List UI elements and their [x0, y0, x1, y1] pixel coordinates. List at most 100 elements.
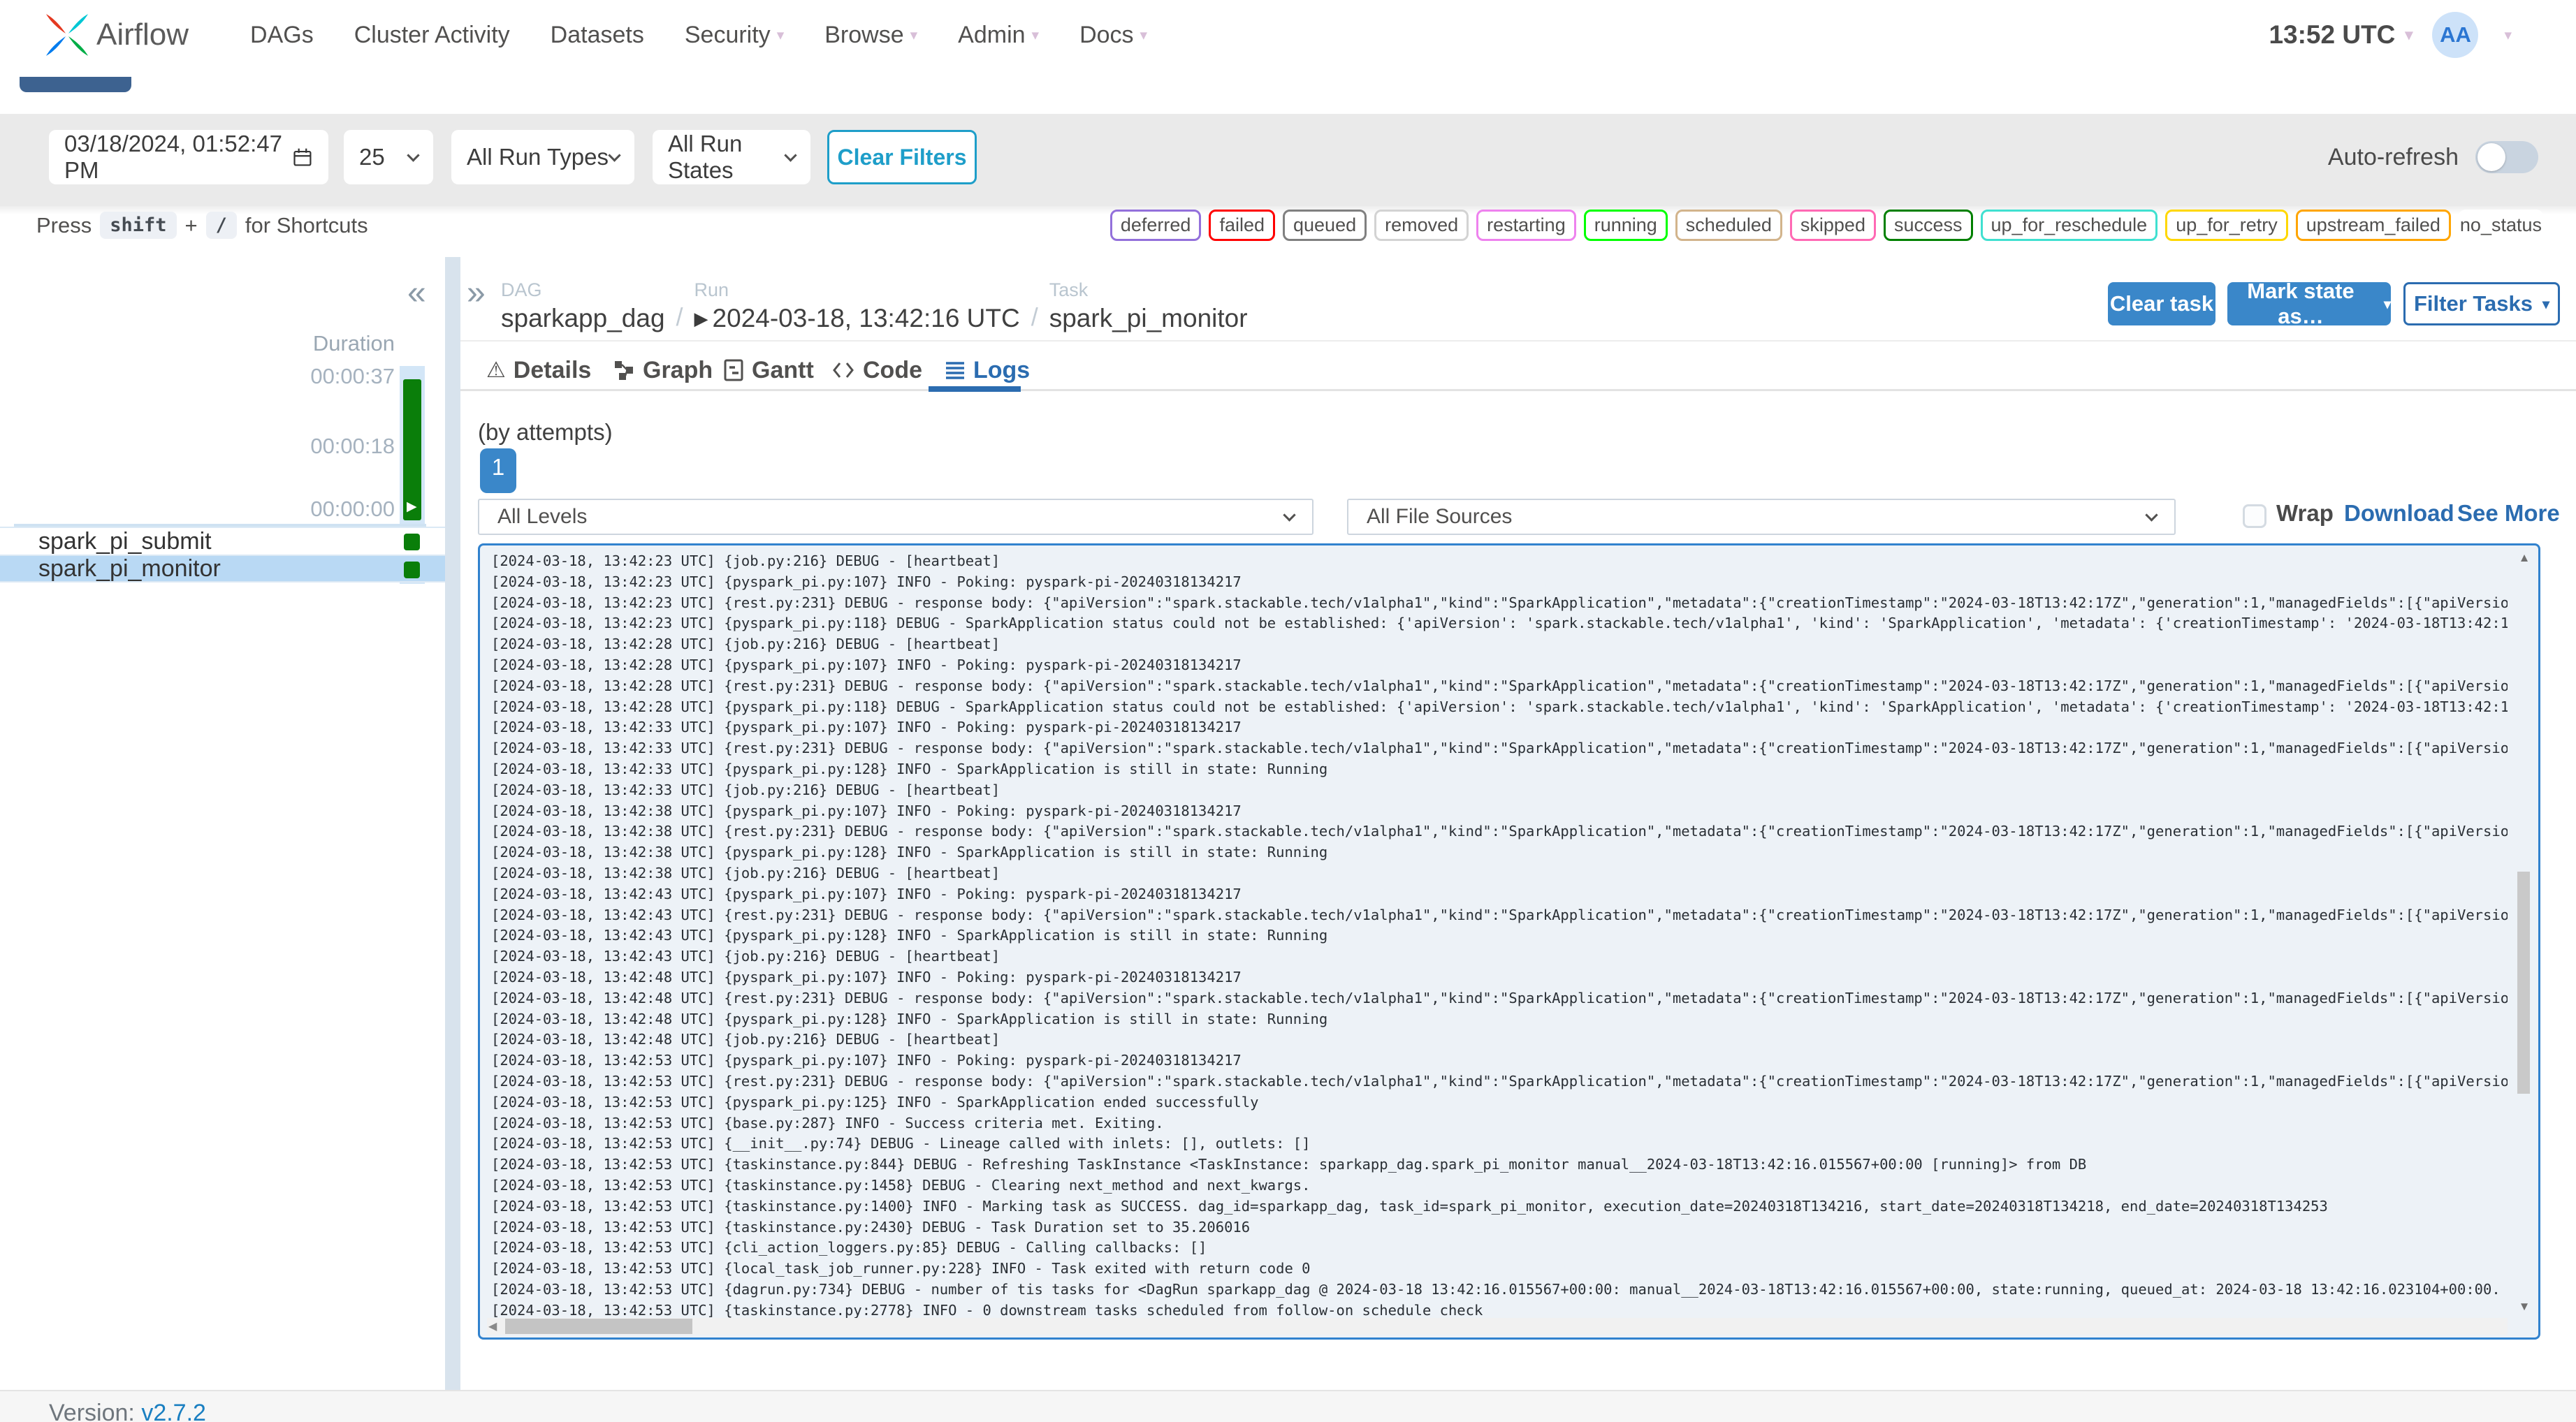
logs-list-icon [946, 362, 964, 379]
chevron-down-icon: ▾ [776, 27, 785, 43]
status-badge: up_for_retry [2165, 210, 2288, 241]
task-row[interactable]: spark_pi_monitor [0, 555, 445, 582]
log-line: [2024-03-18, 13:42:48 UTC] {pyspark_pi.p… [491, 968, 1242, 985]
clear-filters-button[interactable]: Clear Filters [827, 130, 977, 184]
panel-divider[interactable] [445, 257, 460, 1390]
filter-tasks-button[interactable]: Filter Tasks ▾ [2403, 282, 2560, 325]
nav-item[interactable]: Datasets [551, 22, 644, 49]
log-line: [2024-03-18, 13:42:53 UTC] {pyspark_pi.p… [491, 1052, 1242, 1069]
chevron-down-icon: ▾ [1031, 27, 1040, 43]
expand-panel-icon[interactable]: » [467, 274, 486, 312]
chevron-down-icon [407, 148, 420, 162]
avatar[interactable]: AA [2432, 12, 2479, 58]
brand-name[interactable]: Airflow [96, 17, 189, 52]
airflow-logo-icon[interactable] [45, 13, 89, 57]
tab-logs[interactable]: Logs [945, 353, 1030, 388]
version-link[interactable]: v2.7.2 [141, 1400, 206, 1422]
log-content: [2024-03-18, 13:42:23 UTC] {job.py:216} … [491, 551, 2508, 1318]
status-badge: upstream_failed [2295, 210, 2451, 241]
file-source-select[interactable]: All File Sources [1347, 499, 2176, 535]
tab-details[interactable]: ⚠ Details [486, 353, 591, 388]
tab-gantt[interactable]: Gantt [723, 353, 814, 388]
duration-tick: 00:00:37 [310, 364, 395, 388]
task-state-success-square[interactable] [404, 562, 420, 578]
breadcrumb-separator: / [1031, 302, 1038, 331]
scroll-up-icon[interactable]: ▲ [2515, 551, 2534, 565]
active-tab-underline [929, 386, 1021, 392]
tab-graph[interactable]: Graph [613, 353, 713, 388]
nav-item[interactable]: Docs ▾ [1079, 22, 1147, 49]
see-more-link[interactable]: See More [2457, 500, 2560, 527]
date-filter-input[interactable]: 03/18/2024, 01:52:47 PM [49, 130, 328, 184]
vertical-scrollbar[interactable]: ▲ ▼ [2515, 551, 2534, 1314]
clear-task-button[interactable]: Clear task [2108, 282, 2215, 325]
log-line: [2024-03-18, 13:42:48 UTC] {pyspark_pi.p… [491, 1010, 1328, 1027]
mark-state-button[interactable]: Mark state as… ▾ [2227, 279, 2391, 328]
chevron-down-icon [1283, 508, 1296, 522]
status-badge: failed [1209, 210, 1275, 241]
log-line: [2024-03-18, 13:42:33 UTC] {rest.py:231}… [491, 740, 2508, 757]
breadcrumb-run[interactable]: Run ▶ 2024-03-18, 13:42:16 UTC [694, 279, 1020, 333]
breadcrumb-task[interactable]: Task spark_pi_monitor [1049, 279, 1248, 333]
status-badge: success [1883, 210, 1973, 241]
chevron-down-icon: ▾ [2383, 296, 2391, 312]
log-line: [2024-03-18, 13:42:53 UTC] {taskinstance… [491, 1218, 1251, 1236]
horizontal-scroll-thumb[interactable] [505, 1319, 692, 1334]
graph-icon [615, 361, 633, 380]
task-list: spark_pi_submit spark_pi_monitor [0, 527, 445, 582]
run-types-select[interactable]: All Run Types [451, 130, 634, 184]
chevron-down-icon[interactable]: ▾ [2504, 27, 2512, 44]
log-line: [2024-03-18, 13:42:28 UTC] {pyspark_pi.p… [491, 698, 2508, 715]
task-row[interactable]: spark_pi_submit [0, 527, 445, 555]
collapse-sidebar-icon[interactable]: « [407, 274, 426, 312]
tabs-bottom-border [460, 389, 2576, 391]
log-line: [2024-03-18, 13:42:53 UTC] {taskinstance… [491, 1176, 1311, 1194]
clock-dropdown[interactable]: 13:52 UTC ▾ [2269, 20, 2413, 50]
nav-item[interactable]: Browse ▾ [824, 22, 917, 49]
log-line: [2024-03-18, 13:42:23 UTC] {job.py:216} … [491, 552, 1000, 569]
task-name: spark_pi_submit [38, 527, 212, 555]
tab-code[interactable]: Code [831, 353, 922, 388]
log-line: [2024-03-18, 13:42:43 UTC] {pyspark_pi.p… [491, 885, 1242, 902]
log-level-select[interactable]: All Levels [478, 499, 1314, 535]
status-badge: restarting [1476, 210, 1576, 241]
auto-refresh-label: Auto-refresh [2327, 143, 2459, 170]
log-line: [2024-03-18, 13:42:53 UTC] {rest.py:231}… [491, 1072, 2508, 1090]
task-state-success-square[interactable] [404, 534, 420, 550]
nav-item[interactable]: Cluster Activity [354, 22, 510, 49]
log-output-panel[interactable]: [2024-03-18, 13:42:23 UTC] {job.py:216} … [478, 543, 2540, 1340]
run-states-select[interactable]: All Run States [653, 130, 810, 184]
log-line: [2024-03-18, 13:42:48 UTC] {job.py:216} … [491, 1031, 1000, 1048]
nav-menu: DAGs Cluster Activity Datasets Security ▾… [250, 22, 1147, 49]
horizontal-scrollbar[interactable]: ◀ [487, 1318, 2508, 1335]
log-line: [2024-03-18, 13:42:33 UTC] {job.py:216} … [491, 781, 1000, 798]
attempt-1-button[interactable]: 1 [480, 448, 516, 493]
gantt-icon [724, 359, 743, 381]
page-size-select[interactable]: 25 [344, 130, 433, 184]
vertical-scroll-thumb[interactable] [2517, 872, 2530, 1094]
manual-run-icon: ▶ [694, 307, 708, 329]
status-badge: scheduled [1675, 210, 1782, 241]
nav-item[interactable]: DAGs [250, 22, 314, 49]
nav-item[interactable]: Security ▾ [685, 22, 784, 49]
auto-refresh-toggle[interactable] [2475, 141, 2538, 173]
log-line: [2024-03-18, 13:42:38 UTC] {pyspark_pi.p… [491, 802, 1242, 819]
manual-run-play-icon: ▶ [407, 499, 417, 514]
download-link[interactable]: Download [2344, 500, 2454, 527]
chevron-down-icon [784, 148, 797, 162]
chevron-down-icon: ▾ [910, 27, 918, 43]
log-line: [2024-03-18, 13:42:23 UTC] {rest.py:231}… [491, 594, 2508, 611]
duration-axis-label: Duration [312, 331, 395, 356]
shift-key: shift [100, 212, 177, 239]
chevron-down-icon: ▾ [1140, 27, 1148, 43]
cut-off-button[interactable] [20, 77, 131, 92]
scroll-down-icon[interactable]: ▼ [2515, 1300, 2534, 1314]
log-line: [2024-03-18, 13:42:53 UTC] {base.py:287}… [491, 1114, 1164, 1131]
log-line: [2024-03-18, 13:42:38 UTC] {job.py:216} … [491, 864, 1000, 881]
scroll-left-icon[interactable]: ◀ [488, 1319, 497, 1333]
breadcrumb-dag[interactable]: DAG sparkapp_dag [501, 279, 665, 333]
nav-right: 13:52 UTC ▾ AA ▾ [2269, 12, 2512, 58]
log-line: [2024-03-18, 13:42:33 UTC] {pyspark_pi.p… [491, 760, 1328, 777]
nav-item[interactable]: Admin ▾ [958, 22, 1039, 49]
wrap-checkbox[interactable] [2243, 504, 2266, 528]
